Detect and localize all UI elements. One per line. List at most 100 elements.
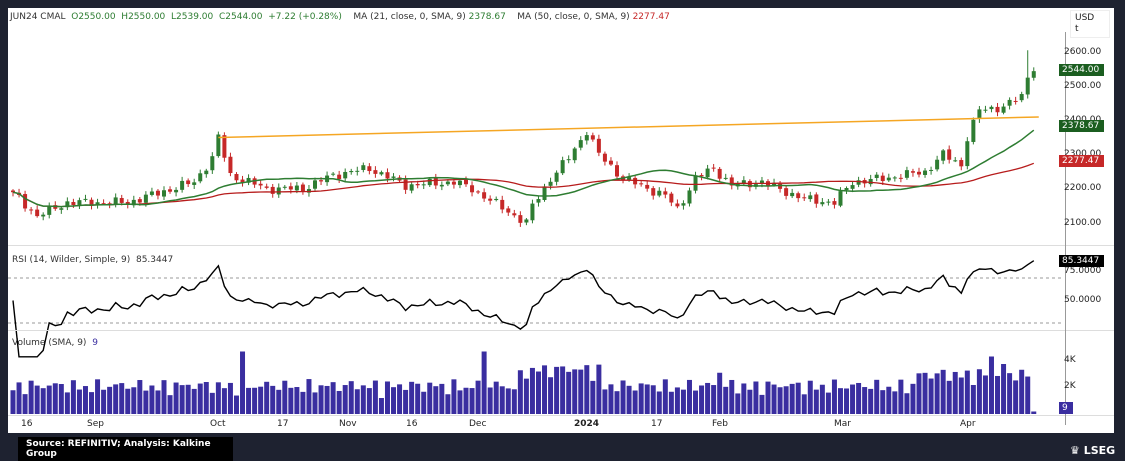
volume-bar	[22, 394, 28, 414]
candle-down	[814, 194, 819, 204]
volume-bar	[1019, 369, 1025, 414]
candle-up	[892, 177, 897, 179]
candle-up	[657, 190, 662, 196]
volume-bar	[10, 390, 16, 414]
time-label: Nov	[339, 419, 357, 429]
brand-text: LSEG	[1083, 444, 1116, 457]
volume-bar	[638, 383, 644, 414]
price-tick: 2500.00	[1064, 81, 1102, 91]
volume-bar	[167, 395, 173, 414]
candle-down	[464, 179, 468, 185]
volume-bar	[499, 386, 505, 414]
candle-down	[512, 213, 517, 216]
volume-bar	[306, 379, 312, 414]
volume-bar	[391, 387, 397, 414]
volume-bar	[699, 385, 705, 414]
volume-bar	[113, 384, 119, 414]
volume-bar	[505, 388, 511, 414]
candle-down	[155, 190, 160, 196]
candle-up	[790, 192, 795, 197]
volume-bar	[475, 380, 481, 414]
candle-up	[548, 181, 553, 186]
volume-bar	[717, 372, 723, 414]
ma50-tag: 2277.47	[1059, 155, 1104, 167]
candle-down	[608, 160, 613, 165]
candle-down	[506, 208, 511, 213]
volume-bar	[1013, 380, 1019, 414]
volume-bar	[469, 388, 475, 414]
candle-up	[524, 219, 529, 223]
candle-down	[258, 183, 263, 186]
volume-bar	[523, 378, 529, 414]
chart-canvas[interactable]	[0, 0, 1125, 461]
volume-bar	[656, 391, 662, 414]
candle-down	[23, 194, 28, 209]
time-label: 16	[21, 419, 33, 429]
volume-bar	[119, 383, 125, 414]
candle-down	[898, 177, 903, 179]
candle-up	[210, 156, 215, 171]
candle-down	[717, 168, 722, 179]
volume-bar	[70, 380, 76, 414]
time-label: Oct	[210, 419, 226, 429]
candle-up	[971, 119, 976, 142]
volume-bar	[711, 385, 717, 414]
candle-down	[488, 198, 493, 201]
volume-bar	[644, 384, 650, 414]
volume-bar	[378, 398, 384, 414]
volume-bar	[662, 379, 668, 414]
pane-divider[interactable]	[8, 330, 1114, 331]
candle-up	[850, 185, 855, 189]
volume-bar	[771, 384, 777, 414]
candle-down	[518, 215, 523, 223]
volume-bar	[874, 379, 880, 414]
candle-up	[681, 203, 686, 206]
volume-bar	[300, 391, 306, 414]
candle-down	[451, 181, 456, 185]
volume-bar	[294, 387, 300, 414]
candle-down	[415, 183, 420, 186]
time-axis-divider	[8, 415, 1114, 416]
candle-down	[639, 183, 644, 185]
candle-up	[355, 170, 360, 172]
candle-up	[409, 184, 414, 191]
rsi-tick: 50.0000	[1064, 295, 1102, 305]
candle-down	[119, 198, 124, 203]
time-label: 17	[277, 419, 289, 429]
time-label: Apr	[960, 419, 976, 429]
volume-bar	[191, 388, 197, 414]
candle-up	[282, 186, 287, 188]
volume-bar	[427, 382, 433, 414]
volume-bar	[264, 381, 270, 414]
candle-down	[832, 201, 837, 205]
volume-bar	[922, 372, 928, 414]
volume-bar	[741, 383, 747, 414]
volume-bar	[819, 384, 825, 414]
volume-bar	[572, 369, 578, 414]
volume-bar	[916, 373, 922, 414]
candle-up	[349, 171, 354, 173]
candle-up	[687, 190, 692, 204]
currency-selector[interactable]: USD t	[1070, 10, 1110, 38]
candle-down	[778, 183, 783, 189]
candle-up	[1025, 77, 1030, 95]
volume-bar	[227, 382, 233, 414]
lseg-emblem-icon: ♛	[1070, 444, 1084, 457]
volume-bar	[312, 392, 318, 414]
candle-up	[1019, 94, 1024, 101]
candle-up	[421, 184, 426, 186]
candle-down	[802, 197, 807, 199]
candle-down	[373, 170, 378, 174]
candle-down	[29, 209, 34, 211]
pane-divider[interactable]	[8, 245, 1114, 246]
volume-bar	[233, 395, 239, 414]
volume-bar	[789, 383, 795, 414]
volume-bar	[439, 383, 445, 414]
candle-up	[1001, 106, 1006, 113]
lseg-logo: ♛ LSEG	[1070, 444, 1115, 457]
candle-down	[669, 193, 674, 203]
candle-up	[838, 191, 843, 206]
candle-up	[705, 168, 710, 178]
volume-bar	[372, 380, 378, 414]
candle-up	[361, 165, 366, 170]
